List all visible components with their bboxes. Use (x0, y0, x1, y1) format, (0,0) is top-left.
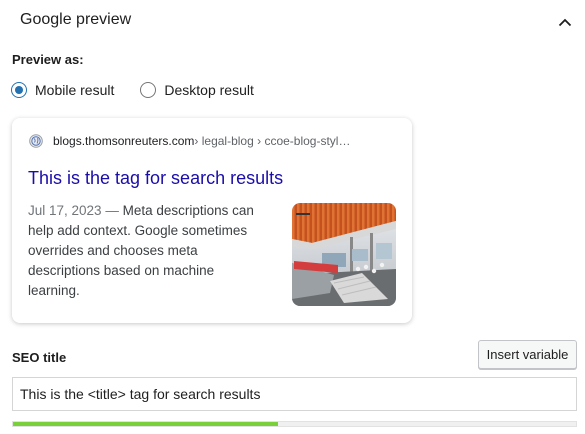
serp-date-separator: — (101, 203, 123, 218)
collapse-button[interactable] (553, 10, 577, 34)
serp-date: Jul 17, 2023 (28, 203, 102, 218)
google-preview-card: blogs.thomsonreuters.com › legal-blog › … (12, 118, 412, 323)
mobile-result-radio[interactable] (11, 82, 27, 98)
mobile-result-label[interactable]: Mobile result (35, 82, 114, 98)
seo-title-input[interactable]: This is the <title> tag for search resul… (12, 377, 577, 411)
panel-title: Google preview (20, 11, 132, 28)
serp-url: blogs.thomsonreuters.com (53, 134, 195, 148)
preview-as-label: Preview as: (12, 52, 84, 67)
seo-title-label: SEO title (12, 350, 67, 365)
desktop-result-radio[interactable] (140, 82, 157, 98)
insert-variable-button[interactable]: Insert variable (478, 340, 577, 369)
chevron-up-icon (558, 18, 572, 26)
seo-title-length-progress (12, 421, 577, 427)
site-row: blogs.thomsonreuters.com › legal-blog › … (29, 134, 350, 148)
preview-mode-radio-group: Mobile result Desktop result (11, 80, 254, 100)
serp-thumbnail-image (292, 203, 396, 306)
globe-icon (29, 134, 43, 148)
seo-title-value: This is the <title> tag for search resul… (20, 386, 261, 402)
desktop-result-label[interactable]: Desktop result (164, 82, 253, 98)
serp-description: Jul 17, 2023 — Meta descriptions can hel… (28, 201, 268, 301)
serp-breadcrumb-path: › legal-blog › ccoe-blog-styl… (194, 134, 351, 148)
seo-title-progress-fill (13, 422, 278, 426)
serp-title-link[interactable]: This is the tag for search results (28, 168, 283, 189)
